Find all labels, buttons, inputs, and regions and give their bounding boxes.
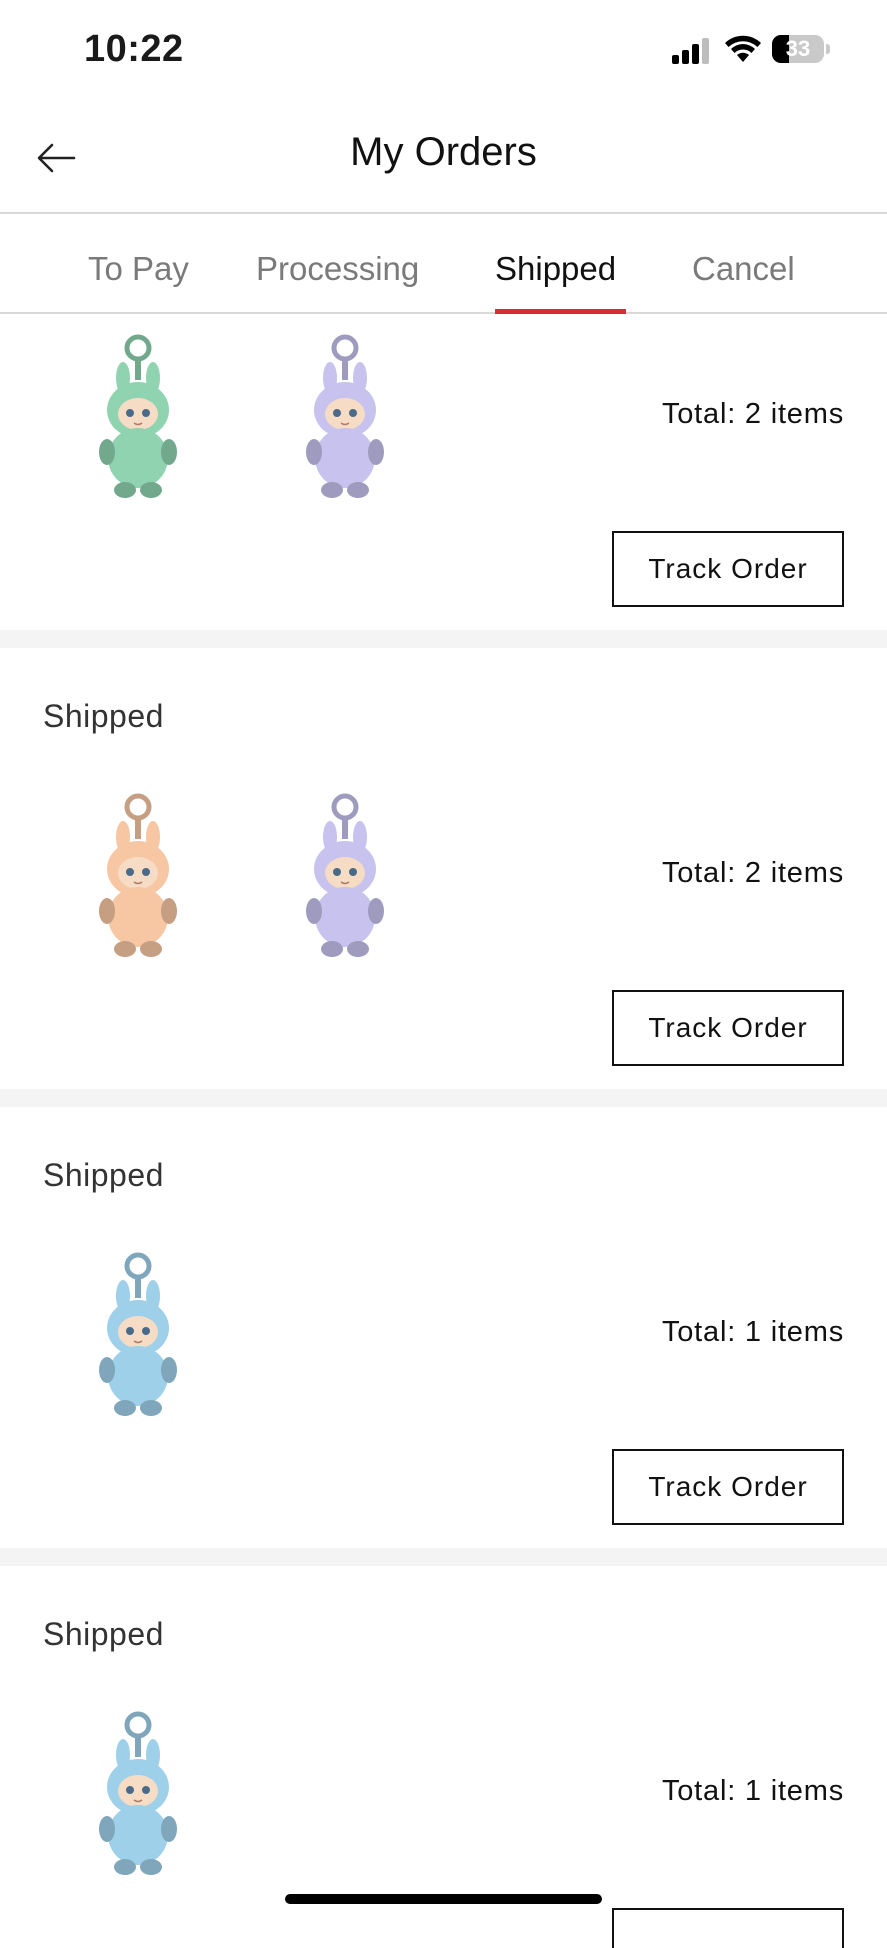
order-status: Shipped — [43, 1157, 164, 1193]
order-list: Total: 2 items Track Order Shipped Total… — [0, 314, 887, 1948]
wifi-icon — [725, 35, 761, 62]
order-total: Total: 2 items — [661, 857, 844, 889]
cellular-signal-icon — [672, 36, 712, 64]
tab-to-pay[interactable]: To Pay — [88, 250, 189, 288]
product-thumbnail[interactable] — [83, 1252, 193, 1422]
status-bar: 10:22 33 — [0, 0, 887, 100]
order-card[interactable]: Shipped Total: 1 items — [0, 1566, 887, 1948]
order-status: Shipped — [43, 1616, 164, 1652]
divider — [0, 1548, 887, 1566]
plush-keychain-image — [99, 334, 177, 498]
plush-keychain-image — [306, 334, 384, 498]
tab-shipped[interactable]: Shipped — [495, 250, 616, 288]
plush-keychain-image — [99, 1711, 177, 1875]
order-total: Total: 2 items — [661, 398, 844, 430]
plush-keychain-image — [99, 1252, 177, 1416]
nav-header: My Orders — [0, 100, 887, 214]
home-indicator — [285, 1894, 602, 1904]
battery-icon: 33 — [772, 35, 830, 63]
track-order-button[interactable]: Track Order — [612, 1449, 844, 1525]
product-thumbnail[interactable] — [83, 334, 193, 504]
order-total: Total: 1 items — [661, 1316, 844, 1348]
tab-processing[interactable]: Processing — [256, 250, 419, 288]
order-card[interactable]: Shipped Total: 1 items Track Order — [0, 1107, 887, 1548]
tab-cancel[interactable]: Cancel — [692, 250, 795, 288]
product-thumbnail[interactable] — [290, 793, 400, 963]
plush-keychain-image — [99, 793, 177, 957]
order-card[interactable]: Shipped Total: 2 items Track Order — [0, 648, 887, 1089]
order-status: Shipped — [43, 698, 164, 734]
product-thumbnail[interactable] — [83, 793, 193, 963]
order-status-tabs: To Pay Processing Shipped Cancel — [0, 214, 887, 314]
page-title: My Orders — [350, 130, 537, 174]
order-total: Total: 1 items — [661, 1775, 844, 1807]
track-order-button[interactable]: Track Order — [612, 990, 844, 1066]
battery-percent: 33 — [785, 36, 811, 61]
divider — [0, 630, 887, 648]
order-card[interactable]: Total: 2 items Track Order — [0, 314, 887, 630]
track-order-button[interactable]: Track Order — [612, 531, 844, 607]
track-order-button[interactable] — [612, 1908, 844, 1948]
plush-keychain-image — [306, 793, 384, 957]
product-thumbnail[interactable] — [290, 334, 400, 504]
status-time: 10:22 — [84, 28, 184, 70]
product-thumbnail[interactable] — [83, 1711, 193, 1881]
divider — [0, 1089, 887, 1107]
